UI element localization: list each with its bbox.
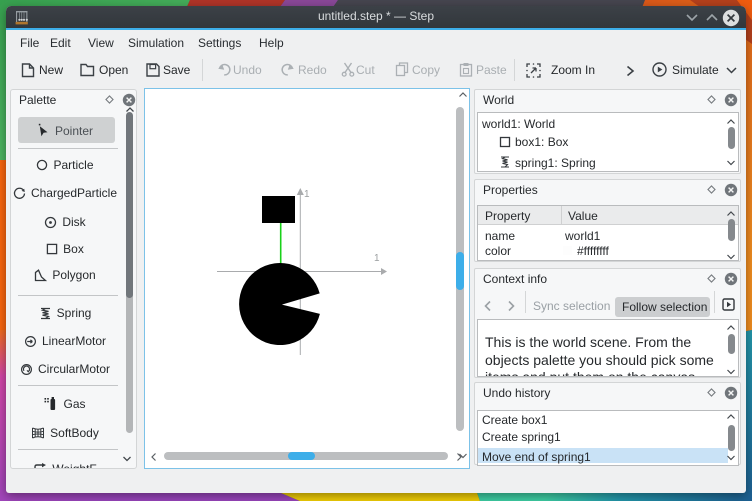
svg-text:1: 1	[304, 189, 310, 200]
svg-text:1: 1	[374, 253, 380, 264]
